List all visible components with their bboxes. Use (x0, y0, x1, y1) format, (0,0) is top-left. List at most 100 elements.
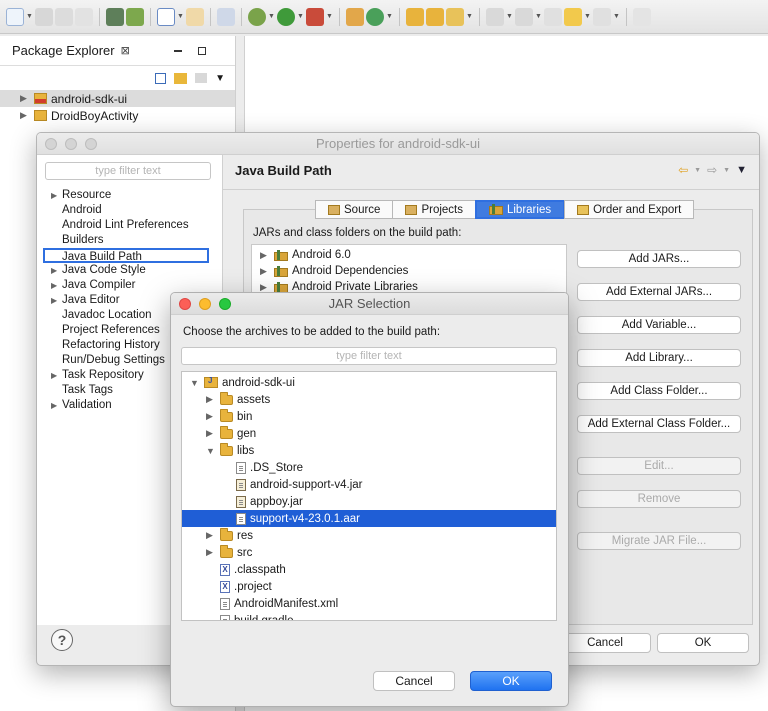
annotation-next-dropdown-icon[interactable]: ▼ (506, 13, 513, 20)
remove-button[interactable]: Remove (577, 490, 741, 508)
tree-item[interactable]: android-support-v4.jar (182, 476, 556, 493)
new-icon[interactable] (6, 7, 24, 26)
save-all-icon[interactable] (55, 7, 73, 26)
help-button[interactable]: ? (51, 629, 73, 651)
nav-item-builders[interactable]: Builders (51, 233, 221, 248)
close-icon[interactable]: ⊠ (121, 44, 130, 57)
expand-arrow-icon[interactable]: ▶ (51, 263, 61, 278)
collapse-all-icon[interactable] (155, 72, 167, 84)
nav-item-android-lint-preferences[interactable]: Android Lint Preferences (51, 218, 221, 233)
expand-arrow-icon[interactable]: ▶ (260, 250, 270, 261)
new-java-project-icon[interactable] (346, 7, 364, 26)
checkbox-dropdown-icon[interactable]: ▼ (177, 13, 184, 20)
open-type-icon[interactable] (406, 7, 424, 26)
add-jars-button[interactable]: Add JARs... (577, 250, 741, 268)
save-icon[interactable] (35, 7, 53, 26)
pin-editor-icon[interactable] (633, 7, 651, 26)
add-external-jars-button[interactable]: Add External JARs... (577, 283, 741, 301)
migrate-jar-file-button[interactable]: Migrate JAR File... (577, 532, 741, 550)
expand-arrow-icon[interactable]: ▶ (206, 394, 216, 405)
expand-arrow-icon[interactable]: ▶ (51, 398, 61, 413)
tab-projects[interactable]: Projects (392, 200, 476, 219)
expand-arrow-icon[interactable]: ▶ (20, 110, 30, 121)
download-icon[interactable] (106, 7, 124, 26)
forward-dropdown-icon[interactable]: ▼ (613, 13, 620, 20)
expand-arrow-icon[interactable]: ▶ (51, 293, 61, 308)
expand-arrow-icon[interactable]: ▶ (260, 266, 270, 277)
link-with-editor-icon[interactable] (174, 72, 188, 84)
annotation-next-icon[interactable] (486, 7, 504, 26)
back-dropdown-icon[interactable]: ▼ (694, 167, 701, 174)
tree-item[interactable]: X .classpath (182, 561, 556, 578)
maximize-icon[interactable] (197, 46, 206, 55)
pencil-dropdown-icon[interactable]: ▼ (466, 13, 473, 20)
open-folder-icon[interactable] (426, 7, 444, 26)
tab-libraries[interactable]: Libraries (474, 200, 566, 219)
expand-arrow-icon[interactable]: ▶ (260, 282, 270, 293)
forward-arrow-icon[interactable] (593, 7, 611, 26)
external-tools-icon[interactable] (306, 7, 324, 26)
jar-filter-input[interactable]: type filter text (181, 347, 557, 365)
package-tree-item[interactable]: ▶ android-sdk-ui (0, 90, 235, 107)
zoom-window-button[interactable] (219, 298, 231, 310)
minimize-icon[interactable] (173, 49, 182, 52)
close-window-button[interactable] (179, 298, 191, 310)
tree-item[interactable]: X .project (182, 578, 556, 595)
expand-arrow-icon[interactable]: ▶ (206, 411, 216, 422)
focus-icon[interactable] (195, 73, 208, 83)
tree-item[interactable]: ▶ src (182, 544, 556, 561)
add-class-folder-button[interactable]: Add Class Folder... (577, 382, 741, 400)
last-edit-dropdown-icon[interactable]: ▼ (584, 13, 591, 20)
tab-source[interactable]: Source (315, 200, 394, 219)
nav-item-resource[interactable]: ▶ Resource (51, 188, 221, 203)
tree-item[interactable]: ▼ android-sdk-ui (182, 374, 556, 391)
cancel-button[interactable]: Cancel (559, 633, 651, 653)
tree-item[interactable]: ▶ assets (182, 391, 556, 408)
android-device-icon[interactable] (126, 7, 144, 26)
jar-ok-button[interactable]: OK (470, 671, 552, 691)
tree-item[interactable]: AndroidManifest.xml (182, 595, 556, 612)
back-arrow-icon[interactable] (544, 7, 562, 26)
checkbox-icon[interactable] (157, 7, 175, 26)
tree-item[interactable]: ▶ gen (182, 425, 556, 442)
new-class-dropdown-icon[interactable]: ▼ (386, 13, 393, 20)
tree-item[interactable]: appboy.jar (182, 493, 556, 510)
nav-item-android[interactable]: Android (51, 203, 221, 218)
library-item[interactable]: ▶ Android Dependencies (252, 263, 566, 279)
annotation-prev-dropdown-icon[interactable]: ▼ (535, 13, 542, 20)
skip-breakpoints-icon[interactable] (217, 7, 235, 26)
package-tree-item[interactable]: ▶ DroidBoyActivity (0, 107, 235, 124)
debug-dropdown-icon[interactable]: ▼ (268, 13, 275, 20)
nav-item-java-compiler[interactable]: ▶ Java Compiler (51, 278, 221, 293)
nav-item-java-code-style[interactable]: ▶ Java Code Style (51, 263, 221, 278)
pencil-icon[interactable] (446, 7, 464, 26)
close-window-button[interactable] (45, 138, 57, 150)
tree-item[interactable]: build.gradle (182, 612, 556, 620)
print-icon[interactable] (75, 7, 93, 26)
external-tools-dropdown-icon[interactable]: ▼ (326, 13, 333, 20)
expand-arrow-icon[interactable]: ▶ (20, 93, 30, 104)
tree-item[interactable]: ▶ res (182, 527, 556, 544)
forward-dropdown-icon[interactable]: ▼ (723, 167, 730, 174)
expand-arrow-icon[interactable]: ▶ (206, 530, 216, 541)
expand-arrow-icon[interactable]: ▶ (51, 368, 61, 383)
tree-item[interactable]: support-v4-23.0.1.aar (182, 510, 556, 527)
forward-arrow-icon[interactable]: ⇨ (707, 163, 717, 177)
minimize-window-button[interactable] (199, 298, 211, 310)
tab-order-and-export[interactable]: Order and Export (564, 200, 695, 219)
view-menu-icon[interactable]: ▼ (215, 73, 225, 84)
sync-icon[interactable] (186, 7, 204, 26)
add-library-button[interactable]: Add Library... (577, 349, 741, 367)
expand-arrow-icon[interactable]: ▶ (206, 547, 216, 558)
tree-item[interactable]: ▶ bin (182, 408, 556, 425)
zoom-window-button[interactable] (85, 138, 97, 150)
back-arrow-icon[interactable]: ⇦ (678, 163, 688, 177)
add-external-class-folder-button[interactable]: Add External Class Folder... (577, 415, 741, 433)
expand-arrow-icon[interactable]: ▶ (51, 188, 61, 203)
tree-item[interactable]: .DS_Store (182, 459, 556, 476)
properties-filter-input[interactable]: type filter text (45, 162, 211, 180)
last-edit-icon[interactable] (564, 7, 582, 26)
new-dropdown-icon[interactable]: ▼ (26, 13, 33, 20)
jar-cancel-button[interactable]: Cancel (373, 671, 455, 691)
nav-item-java-build-path[interactable]: Java Build Path (43, 248, 209, 263)
